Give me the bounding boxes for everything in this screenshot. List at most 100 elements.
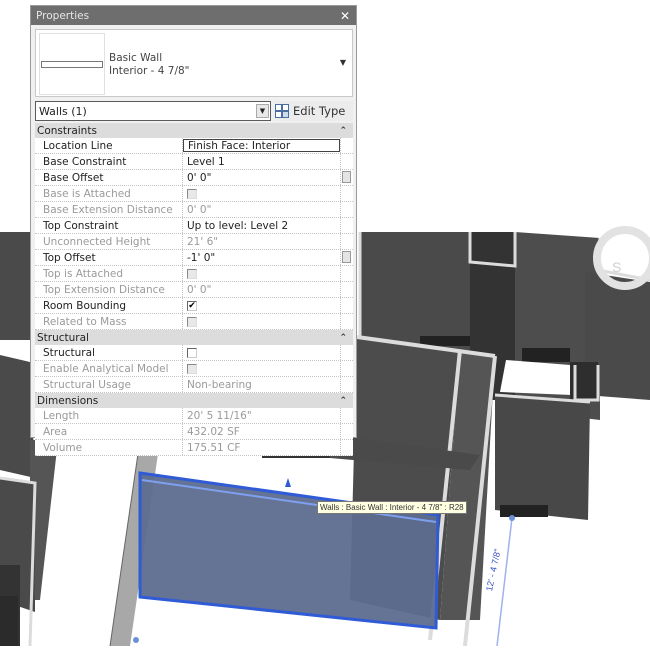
property-checkbox-cell[interactable]: ✔ [183,298,340,313]
type-selector[interactable]: Basic Wall Interior - 4 7/8" ▼ [35,29,353,97]
row-gutter [340,186,353,201]
property-label: Top Offset [35,250,183,265]
property-value[interactable]: Level 1 [183,154,340,169]
property-value[interactable]: 0' 0" [183,170,340,185]
property-row[interactable]: Top Constraint Up to level: Level 2 [35,218,353,234]
panel-title: Properties [36,9,90,22]
section-header-dimensions[interactable]: Dimensions ⌃ [35,393,353,408]
property-label: Related to Mass [35,314,183,329]
property-row[interactable]: Base Constraint Level 1 [35,154,353,170]
property-value: 432.02 SF [187,425,240,438]
property-row[interactable]: Room Bounding ✔ [35,298,353,314]
instance-filter-value: Walls (1) [39,104,87,118]
property-row: Volume 175.51 CF [35,440,353,456]
section-title: Constraints [37,124,97,137]
property-label: Base is Attached [35,186,183,201]
property-checkbox-cell [183,266,340,281]
property-label: Structural [35,345,183,360]
property-label: Room Bounding [35,298,183,313]
property-label: Top Constraint [35,218,183,233]
property-value[interactable]: -1' 0" [183,250,340,265]
checkbox-unchecked [187,188,197,199]
property-row: Base Extension Distance 0' 0" [35,202,353,218]
property-row: Length 20' 5 11/16" [35,408,353,424]
row-gutter [340,282,353,297]
type-name: Interior - 4 7/8" [109,65,190,77]
row-gutter [340,298,353,313]
collapse-icon[interactable]: ⌃ [339,396,347,406]
element-tooltip: Walls : Basic Wall : Interior - 4 7/8" :… [317,501,467,514]
property-row: Area 432.02 SF [35,424,353,440]
chevron-down-icon[interactable]: ▼ [340,58,346,67]
property-grid: Constraints ⌃ Location Line Finish Face: In… [35,123,353,456]
row-gutter [340,234,353,249]
edit-type-button[interactable]: Edit Type [275,101,353,121]
wall[interactable] [495,395,590,520]
row-gutter [340,170,353,185]
collapse-icon[interactable]: ⌃ [339,126,347,136]
wall-preview-icon [41,61,103,68]
property-label: Area [35,424,183,439]
property-value[interactable]: Up to level: Level 2 [183,218,340,233]
property-row[interactable]: Location Line Finish Face: Interior [35,138,353,154]
property-value: 175.51 CF [187,441,241,454]
property-row[interactable]: Base Offset 0' 0" [35,170,353,186]
dropdown-arrow-icon[interactable]: ▼ [256,104,269,118]
property-row: Structural Usage Non-bearing [35,377,353,393]
property-checkbox-cell[interactable] [183,345,340,360]
dimension-line[interactable] [496,517,513,647]
wall[interactable] [0,232,30,340]
section-header-constraints[interactable]: Constraints ⌃ [35,123,353,138]
property-label: Base Offset [35,170,183,185]
edit-type-icon [275,104,289,118]
property-value: 21' 6" [187,235,219,248]
property-row: Related to Mass [35,314,353,330]
svg-text:S: S [612,259,621,275]
type-preview-image [39,33,105,95]
property-label: Unconnected Height [35,234,183,249]
row-gutter [340,314,353,329]
row-gutter [340,424,353,439]
row-gutter [340,408,353,423]
property-label: Location Line [35,138,183,153]
checkbox-unchecked[interactable] [187,347,197,358]
row-gutter [340,266,353,281]
row-gutter [340,345,353,360]
row-gutter [340,218,353,233]
row-gutter [340,138,353,153]
row-gutter [340,202,353,217]
property-label: Top is Attached [35,266,183,281]
property-label: Base Constraint [35,154,183,169]
property-label: Base Extension Distance [35,202,183,217]
checkbox-checked[interactable]: ✔ [187,300,197,311]
row-gutter [340,361,353,376]
row-gutter [340,377,353,392]
property-row[interactable]: Structural [35,345,353,361]
property-checkbox-cell [183,186,340,201]
checkbox-unchecked [187,363,197,374]
property-row: Top is Attached [35,266,353,282]
property-row: Top Extension Distance 0' 0" [35,282,353,298]
row-gutter [340,250,353,265]
property-label: Structural Usage [35,377,183,392]
property-row: Unconnected Height 21' 6" [35,234,353,250]
property-label: Length [35,408,183,423]
checkbox-unchecked [187,316,197,327]
property-value[interactable]: Finish Face: Interior [183,139,340,152]
collapse-icon[interactable]: ⌃ [339,333,347,343]
property-value: 20' 5 11/16" [187,409,252,422]
property-label: Volume [35,440,183,455]
property-value: 0' 0" [187,203,212,216]
instance-filter-dropdown[interactable]: Walls (1) ▼ [35,101,271,121]
property-row[interactable]: Top Offset -1' 0" [35,250,353,266]
property-label: Enable Analytical Model [35,361,183,376]
checkbox-unchecked [187,268,197,279]
row-gutter [340,440,353,455]
close-icon[interactable]: ✕ [340,9,350,23]
associate-parameter-button[interactable] [342,251,351,263]
associate-parameter-button[interactable] [342,171,351,183]
properties-titlebar[interactable]: Properties ✕ [31,6,356,25]
property-row: Enable Analytical Model [35,361,353,377]
row-gutter [340,154,353,169]
section-header-structural[interactable]: Structural ⌃ [35,330,353,345]
